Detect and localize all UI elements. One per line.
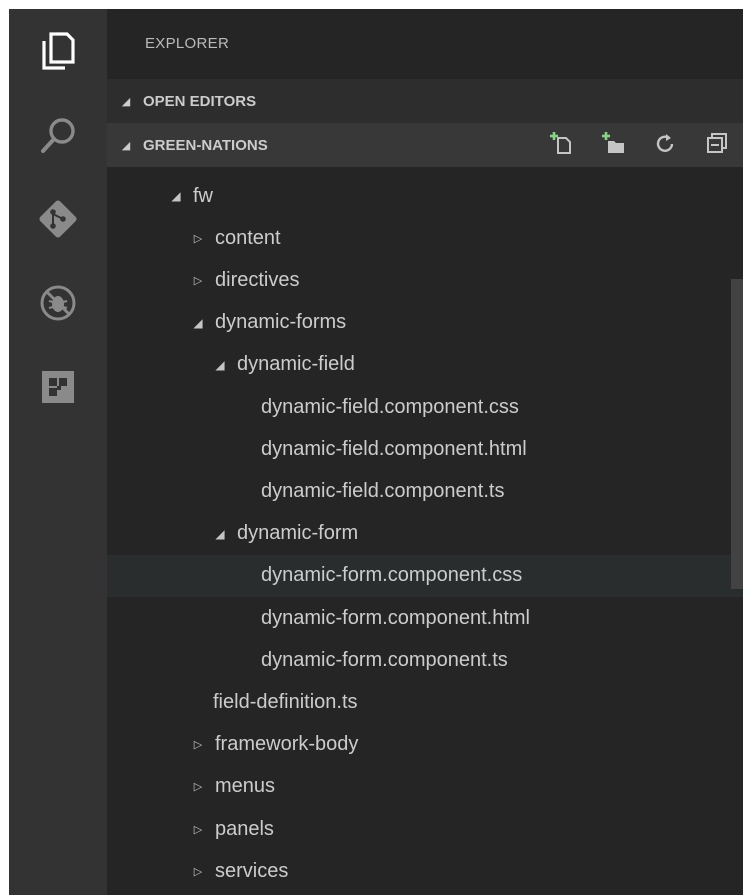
activity-explorer[interactable] bbox=[9, 9, 107, 93]
chevron-right-icon: ▷ bbox=[193, 823, 203, 836]
activity-bar bbox=[9, 9, 107, 895]
chevron-down-icon: ◢ bbox=[193, 315, 203, 330]
tree-folder-item[interactable]: ◢ dynamic-form bbox=[107, 513, 743, 555]
open-editors-header[interactable]: ◢ OPEN EDITORS bbox=[107, 79, 743, 123]
tree-file-item[interactable]: dynamic-field.component.ts bbox=[107, 470, 743, 512]
vscode-window: EXPLORER ◢ OPEN EDITORS ◢ GREEN-NATIONS bbox=[9, 9, 743, 895]
files-icon bbox=[41, 31, 75, 71]
chevron-down-icon: ◢ bbox=[121, 95, 131, 108]
tree-folder-item[interactable]: ▷ framework-body bbox=[107, 724, 743, 766]
sidebar-title: EXPLORER bbox=[145, 35, 230, 52]
activity-debug[interactable] bbox=[9, 261, 107, 345]
new-folder-icon bbox=[601, 131, 625, 159]
activity-search[interactable] bbox=[9, 93, 107, 177]
tree-folder-item[interactable]: ◢ dynamic-field bbox=[107, 344, 743, 386]
tree-item-label: fw bbox=[193, 184, 213, 207]
debug-icon bbox=[38, 283, 78, 323]
workspace-actions bbox=[535, 123, 743, 167]
workspace-label: GREEN-NATIONS bbox=[143, 136, 268, 154]
new-folder-button[interactable] bbox=[587, 123, 639, 167]
tree-file-item[interactable]: dynamic-form.component.html bbox=[107, 597, 743, 639]
tree-item-label: menus bbox=[215, 775, 276, 798]
chevron-right-icon: ▷ bbox=[193, 739, 203, 752]
tree-folder-item[interactable]: ▷ menus bbox=[107, 766, 743, 808]
tree-item-label: dynamic-form.component.css bbox=[261, 564, 523, 587]
tree-file-item[interactable]: dynamic-field.component.html bbox=[107, 428, 743, 470]
chevron-down-icon: ◢ bbox=[215, 357, 225, 372]
explorer-sidebar: EXPLORER ◢ OPEN EDITORS ◢ GREEN-NATIONS bbox=[107, 9, 743, 895]
activity-source-control[interactable] bbox=[9, 177, 107, 261]
tree-item-label: dynamic-form.component.html bbox=[261, 606, 530, 629]
tree-item-label: dynamic-field.component.ts bbox=[261, 479, 505, 502]
tree-folder-item[interactable]: ▷ services bbox=[107, 850, 743, 892]
tree-file-item[interactable]: dynamic-form.component.ts bbox=[107, 639, 743, 681]
tree-item-label: dynamic-forms bbox=[215, 311, 347, 334]
tree-folder-item[interactable]: ◢ dynamic-forms bbox=[107, 302, 743, 344]
tree-item-label: dynamic-field.component.css bbox=[261, 395, 519, 418]
tree-item-label: services bbox=[215, 859, 289, 882]
chevron-down-icon: ◢ bbox=[121, 139, 131, 152]
activity-extensions[interactable] bbox=[9, 345, 107, 429]
new-file-button[interactable] bbox=[535, 123, 587, 167]
collapse-all-button[interactable] bbox=[691, 123, 743, 167]
tree-item-label: directives bbox=[215, 268, 300, 291]
workspace-header[interactable]: ◢ GREEN-NATIONS bbox=[107, 123, 743, 167]
chevron-right-icon: ▷ bbox=[193, 274, 203, 287]
tree-item-label: dynamic-form bbox=[237, 522, 359, 545]
tree-item-label: field-definition.ts bbox=[213, 690, 358, 713]
search-icon bbox=[38, 115, 78, 155]
tree-folder-item[interactable]: ▷ panels bbox=[107, 808, 743, 850]
extensions-icon bbox=[39, 368, 77, 406]
tree-folder-item[interactable]: ▷ content bbox=[107, 217, 743, 259]
chevron-right-icon: ▷ bbox=[193, 781, 203, 794]
tree-item-label: dynamic-field.component.html bbox=[261, 437, 527, 460]
source-control-icon bbox=[36, 197, 80, 241]
refresh-icon bbox=[654, 132, 676, 158]
chevron-right-icon: ▷ bbox=[193, 232, 203, 245]
tree-folder-item[interactable]: ▷ directives bbox=[107, 259, 743, 301]
tree-folder-item[interactable]: ◢ fw bbox=[107, 175, 743, 217]
tree-file-item[interactable]: field-definition.ts bbox=[107, 681, 743, 723]
collapse-all-icon bbox=[706, 132, 728, 158]
tree-file-item[interactable]: dynamic-form.component.css bbox=[107, 554, 743, 597]
open-editors-label: OPEN EDITORS bbox=[143, 92, 257, 110]
tree-item-label: panels bbox=[215, 817, 274, 840]
new-file-icon bbox=[549, 131, 573, 159]
tree-item-label: dynamic-field bbox=[237, 353, 355, 376]
chevron-right-icon: ▷ bbox=[193, 865, 203, 878]
chevron-down-icon: ◢ bbox=[215, 526, 225, 541]
chevron-down-icon: ◢ bbox=[171, 189, 181, 203]
tree-scrollbar[interactable] bbox=[731, 279, 743, 589]
tree-file-item[interactable]: dynamic-field.component.css bbox=[107, 386, 743, 428]
tree-item-label: content bbox=[215, 226, 281, 249]
tree-item-label: dynamic-form.component.ts bbox=[261, 648, 508, 671]
refresh-button[interactable] bbox=[639, 123, 691, 167]
tree-item-label: framework-body bbox=[215, 733, 359, 756]
